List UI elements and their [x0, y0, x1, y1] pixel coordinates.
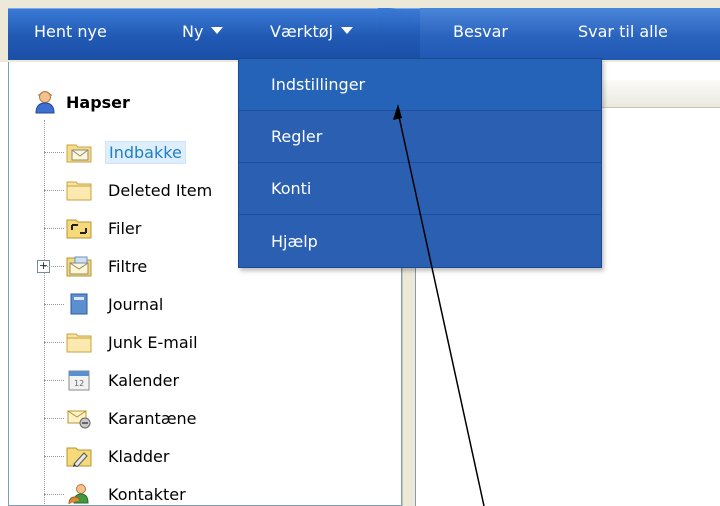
folder-item-quarantine[interactable]: Karantæne: [44, 403, 197, 433]
calendar-icon: 12: [68, 370, 90, 391]
toolbar: Hent nye Ny Værktøj Besvar Svar til alle: [0, 0, 720, 62]
reply-all-button[interactable]: Svar til alle: [578, 22, 668, 41]
svg-text:12: 12: [74, 379, 84, 388]
folder-label: Karantæne: [108, 408, 197, 428]
chevron-down-icon: [211, 27, 224, 34]
folder-item-deleted[interactable]: Deleted Item: [44, 175, 212, 205]
folder-icon: [66, 333, 92, 353]
folder-item-journal[interactable]: Journal: [44, 289, 163, 319]
folder-label: Kalender: [108, 370, 180, 390]
account-node[interactable]: Hapser: [34, 90, 130, 114]
user-icon: [35, 91, 55, 114]
drafts-icon: [66, 447, 92, 467]
menu-item-accounts[interactable]: Konti: [239, 163, 601, 215]
folder-label: Filtre: [108, 256, 148, 276]
folder-label: Kladder: [108, 446, 170, 466]
folder-item-inbox[interactable]: Indbakke: [44, 137, 186, 167]
menu-item-settings[interactable]: Indstillinger: [239, 59, 601, 111]
folder-icon: [66, 181, 92, 201]
journal-icon: [70, 293, 88, 315]
folder-item-junk[interactable]: Junk E-mail: [44, 327, 198, 357]
quarantine-icon: [67, 410, 91, 429]
folder-item-calendar[interactable]: 12 Kalender: [44, 365, 179, 395]
folder-item-contacts[interactable]: Kontakter: [44, 479, 186, 506]
tools-menu: Indstillinger Regler Konti Hjælp: [238, 58, 602, 268]
menu-item-help[interactable]: Hjælp: [239, 215, 601, 267]
folder-label: Journal: [108, 294, 164, 314]
new-label: Ny: [182, 22, 204, 41]
filters-icon: [66, 256, 92, 277]
folder-label: Indbakke: [105, 140, 186, 164]
menu-item-rules[interactable]: Regler: [239, 111, 601, 163]
folder-item-drafts[interactable]: Kladder: [44, 441, 169, 471]
folder-item-filters[interactable]: Filtre: [44, 251, 147, 281]
contacts-icon: [68, 484, 89, 505]
reply-button[interactable]: Besvar: [453, 22, 508, 41]
new-button[interactable]: Ny: [182, 22, 224, 41]
get-new-button[interactable]: Hent nye: [34, 22, 107, 41]
folder-label: Deleted Item: [108, 180, 213, 200]
folder-label: Kontakter: [108, 484, 186, 504]
folder-label: Junk E-mail: [108, 332, 198, 352]
files-folder-icon: [66, 219, 92, 239]
folder-label: Filer: [108, 218, 142, 238]
tools-button[interactable]: Værktøj: [270, 22, 354, 41]
tools-label: Værktøj: [270, 22, 334, 41]
inbox-icon: [66, 144, 92, 163]
folder-item-files[interactable]: Filer: [44, 213, 141, 243]
chevron-down-icon: [341, 27, 354, 34]
account-name: Hapser: [66, 92, 130, 112]
